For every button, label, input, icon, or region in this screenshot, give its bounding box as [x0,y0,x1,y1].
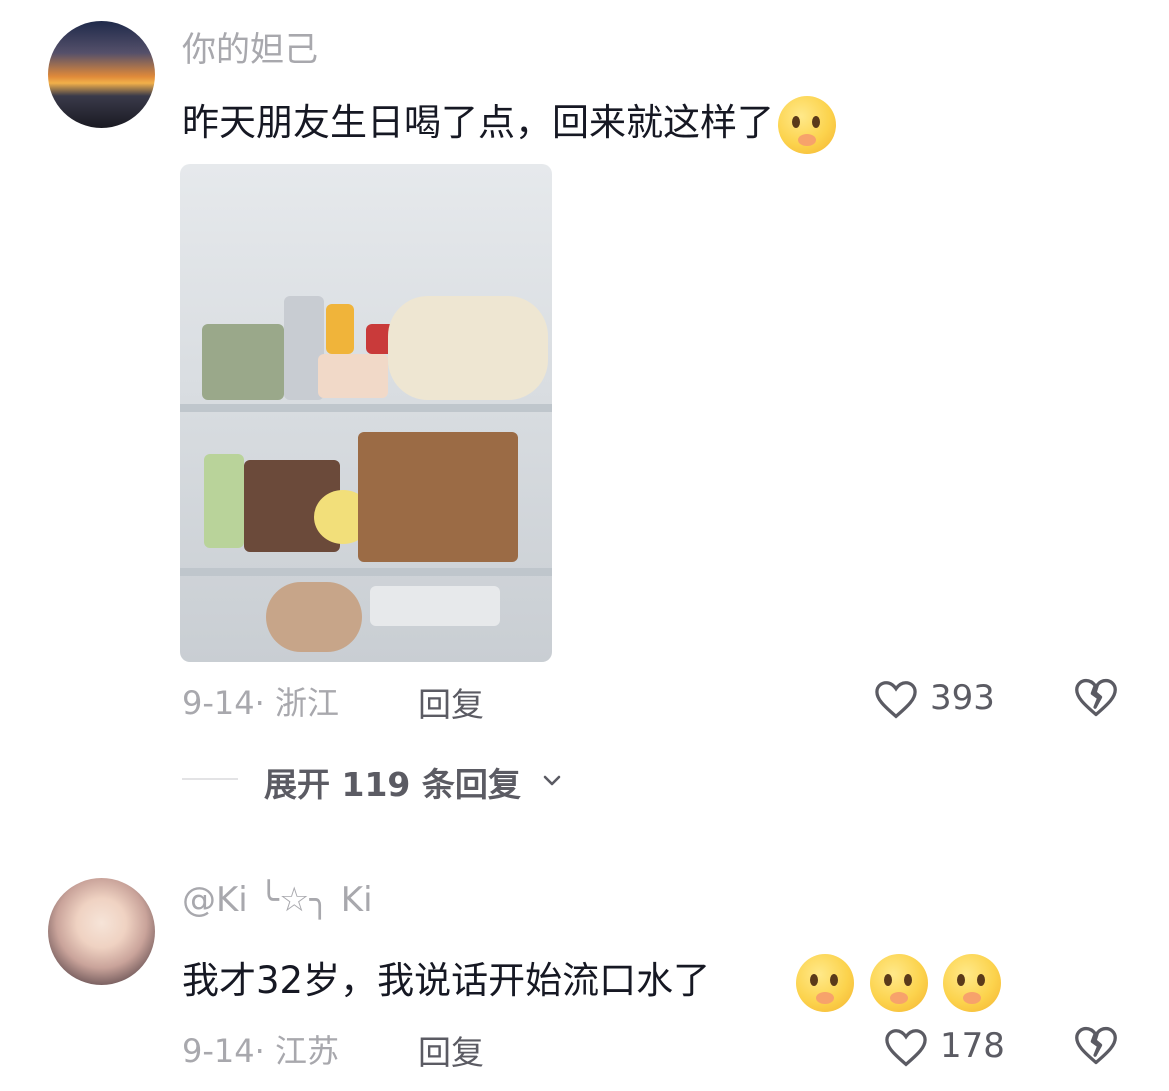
reply-button[interactable]: 回复 [418,1026,484,1074]
expand-replies-button[interactable]: 展开 119 条回复 [264,758,521,806]
comment-text: 昨天朋友生日喝了点，回来就这样了 [182,92,836,154]
meta-separator: · [254,1032,265,1070]
heart-outline-icon[interactable] [884,1028,928,1068]
heart-outline-icon[interactable] [874,680,918,720]
comment-image[interactable] [180,164,552,662]
crying-pleading-face-emoji-icon [869,953,928,1012]
comment-location: 江苏 [274,1032,339,1070]
comment-text: 我才32岁，我说话开始流口水了 [182,950,1002,1012]
expand-divider [182,778,238,780]
comment-date: 9-14 [182,1032,255,1070]
broken-heart-icon[interactable] [1074,1024,1118,1068]
kiss-face-emoji-icon [778,95,836,154]
reply-button[interactable]: 回复 [418,678,484,726]
like-count: 178 [940,1026,1005,1066]
crying-pleading-face-emoji-icon [943,953,1002,1012]
comment-username[interactable]: 你的妲己 [182,22,318,71]
avatar[interactable] [48,21,155,128]
comment-meta: 9-14· 江苏 [182,1026,339,1072]
broken-heart-icon[interactable] [1074,676,1118,720]
comment-location: 浙江 [274,684,339,722]
comment-meta: 9-14· 浙江 [182,678,339,724]
avatar[interactable] [48,878,155,985]
comment-username[interactable]: @Ki ╰☆╮ Ki [182,880,373,920]
meta-separator: · [254,684,265,722]
comment-text-body: 我才32岁，我说话开始流口水了 [182,959,711,1002]
comment-date: 9-14 [182,684,255,722]
like-count: 393 [930,678,995,718]
chevron-down-icon[interactable] [540,768,564,792]
comment-text-body: 昨天朋友生日喝了点，回来就这样了 [182,101,774,144]
crying-pleading-face-emoji-icon [795,953,854,1012]
